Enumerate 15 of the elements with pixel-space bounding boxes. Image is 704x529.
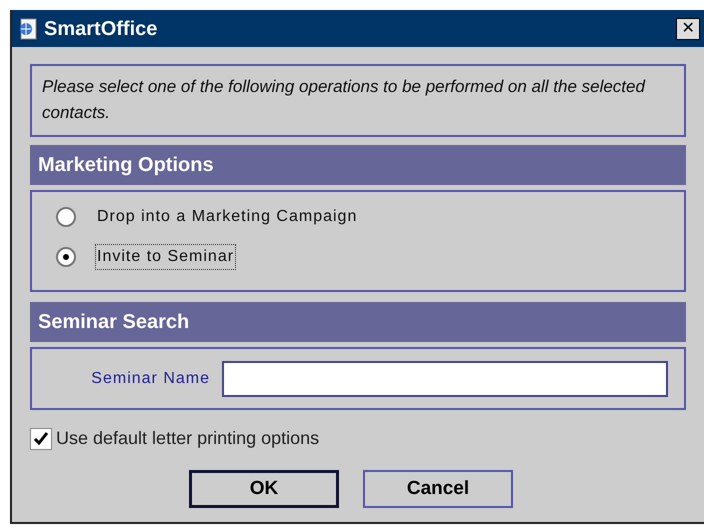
- section-header: Seminar Search: [30, 302, 686, 342]
- radio-button[interactable]: [56, 207, 76, 227]
- instructions-text: Please select one of the following operations to be performed on all the selected contacts.: [42, 76, 646, 124]
- checkbox[interactable]: [30, 428, 52, 450]
- checkbox-label: Use default letter printing options: [56, 427, 320, 450]
- seminar-name-field[interactable]: [222, 360, 668, 396]
- section-header: Marketing Options: [30, 145, 686, 185]
- close-button[interactable]: ✕: [676, 18, 700, 40]
- radio-label: Drop into a Marketing Campaign: [96, 207, 358, 227]
- window-title: SmartOffice: [44, 16, 158, 42]
- dialog-button[interactable]: OK: [189, 470, 339, 508]
- field-label: Seminar Name: [90, 368, 211, 388]
- radio-label: Invite to Seminar: [96, 245, 236, 269]
- radio-button[interactable]: [56, 247, 76, 267]
- dialog-button[interactable]: Cancel: [363, 470, 513, 508]
